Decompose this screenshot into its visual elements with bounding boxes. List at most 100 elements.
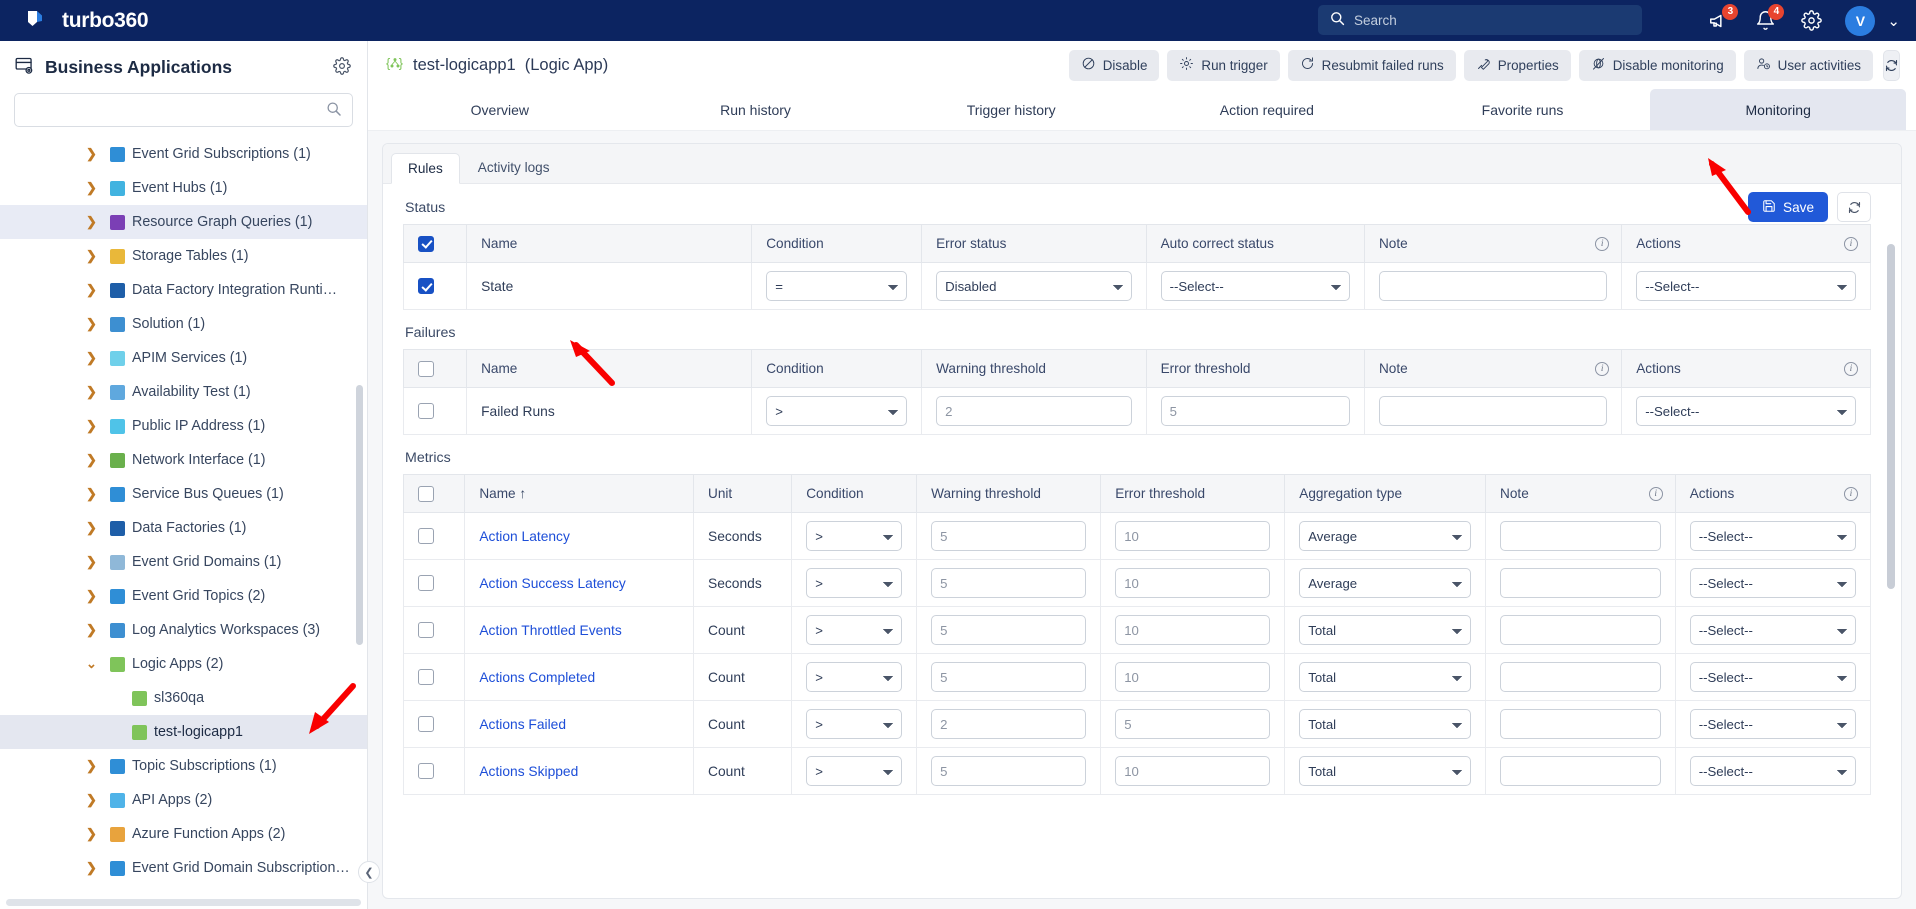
error-status-select[interactable]: Disabled [936, 271, 1132, 301]
tab-favorite-runs[interactable]: Favorite runs [1395, 89, 1651, 130]
sidebar-item-event-grid-topics-2[interactable]: ❯ Event Grid Topics (2) [0, 579, 367, 613]
condition-select[interactable]: > [806, 521, 903, 551]
metric-name-cell[interactable]: Actions Skipped [464, 747, 695, 795]
monitoring-subtabs[interactable]: Rules Activity logs [383, 144, 1901, 184]
row-select-checkbox[interactable] [418, 278, 434, 295]
sidebar-item-event-hubs-1[interactable]: ❯ Event Hubs (1) [0, 171, 367, 205]
note-input[interactable] [1500, 756, 1661, 786]
sidebar-item-test-logicapp1[interactable]: test-logicapp1 [0, 715, 367, 749]
sidebar-item-service-bus-queues-1[interactable]: ❯ Service Bus Queues (1) [0, 477, 367, 511]
error-threshold-input[interactable] [1115, 568, 1271, 598]
note-input[interactable] [1500, 709, 1661, 739]
auto-correct-status-select[interactable]: --Select-- [1160, 271, 1350, 301]
chevron-right-icon[interactable]: ❯ [86, 758, 97, 774]
actions-select[interactable]: --Select-- [1636, 396, 1856, 426]
aggregation-type-select[interactable]: Average [1299, 568, 1472, 598]
failures-column-condition[interactable]: Condition [751, 349, 923, 388]
chevron-right-icon[interactable]: ❯ [86, 146, 97, 162]
chevron-right-icon[interactable]: ❯ [86, 520, 97, 536]
sidebar-item-topic-subscriptions-1[interactable]: ❯ Topic Subscriptions (1) [0, 749, 367, 783]
chevron-right-icon[interactable]: ❯ [86, 384, 97, 400]
info-icon[interactable]: i [1844, 486, 1858, 501]
chevron-right-icon[interactable]: ❯ [86, 792, 97, 808]
settings-gear-icon[interactable] [1799, 9, 1823, 33]
warning-threshold-input[interactable] [931, 709, 1087, 739]
chevron-down-icon[interactable]: ⌄ [86, 656, 97, 672]
metric-name-cell[interactable]: Action Latency [464, 512, 695, 560]
failures-column-actions[interactable]: Actions i [1621, 349, 1871, 388]
metrics-column-note[interactable]: Note i [1485, 474, 1676, 513]
metrics-column-name[interactable]: Name ↑ [464, 474, 695, 513]
tab-trigger-history[interactable]: Trigger history [883, 89, 1139, 130]
sidebar-settings-gear-icon[interactable] [333, 56, 351, 78]
row-select-checkbox[interactable] [418, 716, 434, 733]
sidebar-search-box[interactable] [14, 93, 353, 127]
actions-select[interactable]: --Select-- [1689, 709, 1856, 739]
warning-threshold-input[interactable] [931, 568, 1087, 598]
chevron-right-icon[interactable]: ❯ [86, 350, 97, 366]
condition-select[interactable]: = [766, 271, 908, 301]
row-select-checkbox[interactable] [418, 403, 434, 420]
actions-select[interactable]: --Select-- [1689, 756, 1856, 786]
warning-threshold-input[interactable] [931, 521, 1087, 551]
sidebar-item-storage-tables-1[interactable]: ❯ Storage Tables (1) [0, 239, 367, 273]
chevron-right-icon[interactable]: ❯ [86, 826, 97, 842]
condition-select[interactable]: > [806, 662, 903, 692]
metrics-column-unit[interactable]: Unit [693, 474, 793, 513]
row-select-checkbox[interactable] [418, 528, 434, 545]
sidebar-item-event-grid-subscriptions-1[interactable]: ❯ Event Grid Subscriptions (1) [0, 137, 367, 171]
rules-refresh-button[interactable] [1837, 192, 1871, 222]
notifications-bell-icon[interactable]: 4 [1753, 3, 1785, 33]
note-input[interactable] [1500, 568, 1661, 598]
note-input[interactable] [1378, 396, 1608, 426]
info-icon[interactable]: i [1595, 236, 1610, 251]
sidebar-item-api-apps-2[interactable]: ❯ API Apps (2) [0, 783, 367, 817]
condition-select[interactable]: > [806, 709, 903, 739]
chevron-right-icon[interactable]: ❯ [86, 554, 97, 570]
metric-name-link[interactable]: Action Success Latency [479, 576, 625, 591]
actions-select[interactable]: --Select-- [1689, 615, 1856, 645]
error-threshold-input[interactable] [1115, 615, 1271, 645]
sidebar-vertical-scrollbar[interactable] [356, 385, 363, 645]
sidebar-item-event-grid-domains-1[interactable]: ❯ Event Grid Domains (1) [0, 545, 367, 579]
resource-tree[interactable]: ❯ Event Grid Subscriptions (1) ❯ Event Hubs… [0, 135, 367, 899]
chevron-right-icon[interactable]: ❯ [86, 248, 97, 264]
sidebar-search-input[interactable] [25, 101, 326, 119]
row-select-checkbox[interactable] [418, 669, 434, 686]
failures-column-error-threshold[interactable]: Error threshold [1145, 349, 1365, 388]
metric-name-link[interactable]: Actions Completed [479, 670, 595, 685]
failures-select-all-checkbox[interactable] [418, 360, 434, 377]
toolbar-properties-button[interactable]: Properties [1463, 49, 1571, 81]
aggregation-type-select[interactable]: Average [1299, 521, 1472, 551]
note-input[interactable] [1500, 615, 1661, 645]
sidebar-item-availability-test-1[interactable]: ❯ Availability Test (1) [0, 375, 367, 409]
status-column-condition[interactable]: Condition [751, 224, 923, 263]
brand[interactable]: turbo360 [24, 8, 149, 34]
chevron-right-icon[interactable]: ❯ [86, 622, 97, 638]
failures-column-note[interactable]: Note i [1363, 349, 1623, 388]
metric-name-cell[interactable]: Actions Completed [464, 653, 695, 701]
metric-name-link[interactable]: Action Latency [479, 529, 570, 544]
chevron-right-icon[interactable]: ❯ [86, 418, 97, 434]
toolbar-disable-button[interactable]: Disable [1068, 49, 1160, 81]
tab-run-history[interactable]: Run history [628, 89, 884, 130]
sidebar-item-resource-graph-queries-1[interactable]: ❯ Resource Graph Queries (1) [0, 205, 367, 239]
error-threshold-input[interactable] [1115, 521, 1271, 551]
metric-name-cell[interactable]: Actions Failed [464, 700, 695, 748]
metric-name-link[interactable]: Actions Skipped [479, 764, 578, 779]
sidebar-item-azure-function-apps-2[interactable]: ❯ Azure Function Apps (2) [0, 817, 367, 851]
sidebar-item-logic-apps-2[interactable]: ⌄ Logic Apps (2) [0, 647, 367, 681]
warning-threshold-input[interactable] [931, 615, 1087, 645]
save-button[interactable]: Save [1748, 192, 1828, 222]
metric-name-cell[interactable]: Action Success Latency [464, 559, 695, 607]
error-threshold-input[interactable] [1115, 756, 1271, 786]
aggregation-type-select[interactable]: Total [1299, 756, 1472, 786]
sidebar-item-solution-1[interactable]: ❯ Solution (1) [0, 307, 367, 341]
toolbar-disable-monitoring-button[interactable]: Disable monitoring [1578, 49, 1736, 81]
row-select-checkbox[interactable] [418, 575, 434, 592]
rules-vertical-scrollbar[interactable] [1887, 244, 1895, 589]
metric-name-link[interactable]: Actions Failed [479, 717, 566, 732]
sidebar-item-log-analytics-workspaces-3[interactable]: ❯ Log Analytics Workspaces (3) [0, 613, 367, 647]
warning-threshold-input[interactable] [936, 396, 1132, 426]
resource-tabs[interactable]: Overview Run history Trigger history Action… [368, 89, 1916, 131]
